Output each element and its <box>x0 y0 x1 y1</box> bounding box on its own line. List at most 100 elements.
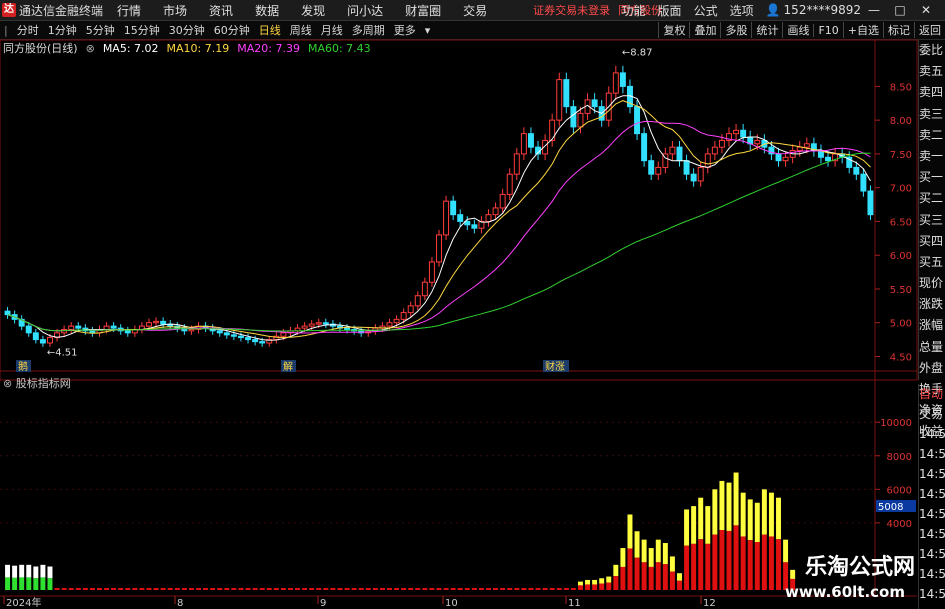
side-top-item: 委比 <box>919 43 944 57</box>
indicator-bar <box>641 562 647 590</box>
indicator-bar <box>259 588 265 590</box>
candle-body <box>803 143 810 148</box>
side-bottom-item[interactable]: 交易 <box>919 404 945 424</box>
candle-body <box>47 337 53 344</box>
side-bottom-item[interactable]: 自动 <box>919 384 945 404</box>
candle-body <box>223 332 230 336</box>
side-bottom-item[interactable]: 14:56 <box>919 444 945 464</box>
settings-icon[interactable]: ⊗ <box>86 42 95 55</box>
indicator-bar <box>691 506 697 544</box>
indicator-bar <box>592 584 598 590</box>
ma-legend: 同方股份(日线) ⊗ MA5: 7.02 MA10: 7.19 MA20: 7.… <box>0 41 379 56</box>
ma5-label: MA5: 7.02 <box>102 41 159 55</box>
indicator-bar <box>316 588 322 590</box>
indicator-bar <box>754 502 760 543</box>
y-tick-label: 7.50 <box>890 150 912 161</box>
y-tick-label: 5.00 <box>890 319 912 330</box>
side-bottom-item[interactable]: 14:56 <box>919 464 945 484</box>
indicator-bar <box>252 588 258 590</box>
indicator-bar <box>493 588 499 590</box>
y-tick-label: 6.50 <box>890 217 912 228</box>
candle-body <box>697 166 704 182</box>
y-tick-label: 5.50 <box>890 285 912 296</box>
candle-body <box>344 327 351 330</box>
indicator-bar <box>280 588 286 590</box>
candle-body <box>245 337 252 341</box>
y-tick-label: 7.00 <box>890 184 912 195</box>
candle-body <box>570 106 577 128</box>
indicator-bar <box>238 588 244 590</box>
indicator-bar <box>464 588 470 590</box>
side-bottom-item[interactable]: 14:56 <box>919 524 945 544</box>
indicator-bar <box>295 588 301 590</box>
candle-body <box>450 200 457 216</box>
indicator-bar <box>712 534 718 590</box>
indicator-bar <box>429 588 435 590</box>
y-tick-label: 8.00 <box>890 116 912 127</box>
indicator-bar <box>528 588 534 590</box>
indicator-bar <box>344 588 350 590</box>
candle-body <box>513 153 520 175</box>
side-bottom-item[interactable]: 14:56 <box>919 504 945 524</box>
indicator-bar <box>26 564 32 578</box>
indicator-bar <box>648 566 654 590</box>
indicator-bar <box>443 588 449 590</box>
x-tick-label: 12 <box>703 598 716 609</box>
side-bottom-item[interactable]: 14:56 <box>919 564 945 584</box>
candle-body <box>443 200 450 236</box>
candle-body <box>577 112 584 128</box>
indicator-bar <box>634 557 640 590</box>
indicator-bar <box>224 588 230 590</box>
indicator-bar <box>266 588 272 590</box>
candle-body <box>428 261 435 283</box>
indicator-bar <box>111 588 117 590</box>
indicator-bar <box>174 588 180 590</box>
indicator-bar <box>606 582 612 590</box>
side-bottom-item[interactable]: 14:56 <box>919 484 945 504</box>
indicator-bar <box>47 566 53 579</box>
sub-y-tick-label: 4000 <box>887 519 912 530</box>
indicator-bar <box>776 497 781 540</box>
indicator-bar <box>478 588 484 590</box>
indicator-bar <box>705 543 711 590</box>
indicator-bar <box>677 573 682 581</box>
candle-body <box>61 328 68 334</box>
indicator-bar <box>358 588 364 590</box>
side-top-item: 卖二 <box>919 127 944 142</box>
indicator-bar <box>754 542 760 590</box>
indicator-bar <box>740 492 746 537</box>
indicator-bar <box>125 588 131 590</box>
candle-body <box>527 133 534 148</box>
candle-body <box>386 322 393 327</box>
candle-body <box>563 79 570 108</box>
candle-body <box>733 129 740 135</box>
candle-body <box>499 193 506 209</box>
candle-body <box>230 334 237 337</box>
indicator-bar <box>5 577 11 590</box>
indicator-bar <box>54 588 60 590</box>
indicator-bar <box>634 531 640 558</box>
indicator-toggle-icon[interactable]: ⊗ <box>3 377 12 390</box>
indicator-bar <box>768 492 774 537</box>
side-bottom-item[interactable]: 14:56 <box>919 424 945 444</box>
side-top-item: 现价 <box>919 276 944 291</box>
indicator-bar <box>160 588 166 590</box>
side-top-item: 买四 <box>919 233 944 248</box>
candle-body <box>39 339 46 344</box>
indicator-bar <box>97 588 102 590</box>
indicator-bar <box>33 566 39 579</box>
side-bottom-item[interactable]: 14:56 <box>919 544 945 564</box>
indicator-bar <box>365 588 371 590</box>
indicator-bar <box>712 489 718 535</box>
indicator-bar <box>592 579 598 585</box>
candle-body <box>400 312 407 320</box>
indicator-bar <box>19 577 25 590</box>
indicator-bar <box>768 536 774 590</box>
candle-body <box>556 79 563 121</box>
side-bottom-item[interactable]: 14:56 <box>919 584 945 604</box>
candle-body <box>237 335 244 339</box>
x-tick-label: 11 <box>568 598 581 609</box>
side-top-item: 卖五 <box>919 64 944 79</box>
indicator-bar <box>457 588 463 590</box>
chart-canvas[interactable]: 4.50 5.00 5.50 6.00 6.50 7.00 7.50 8.00 8.50 4000… <box>0 0 945 609</box>
